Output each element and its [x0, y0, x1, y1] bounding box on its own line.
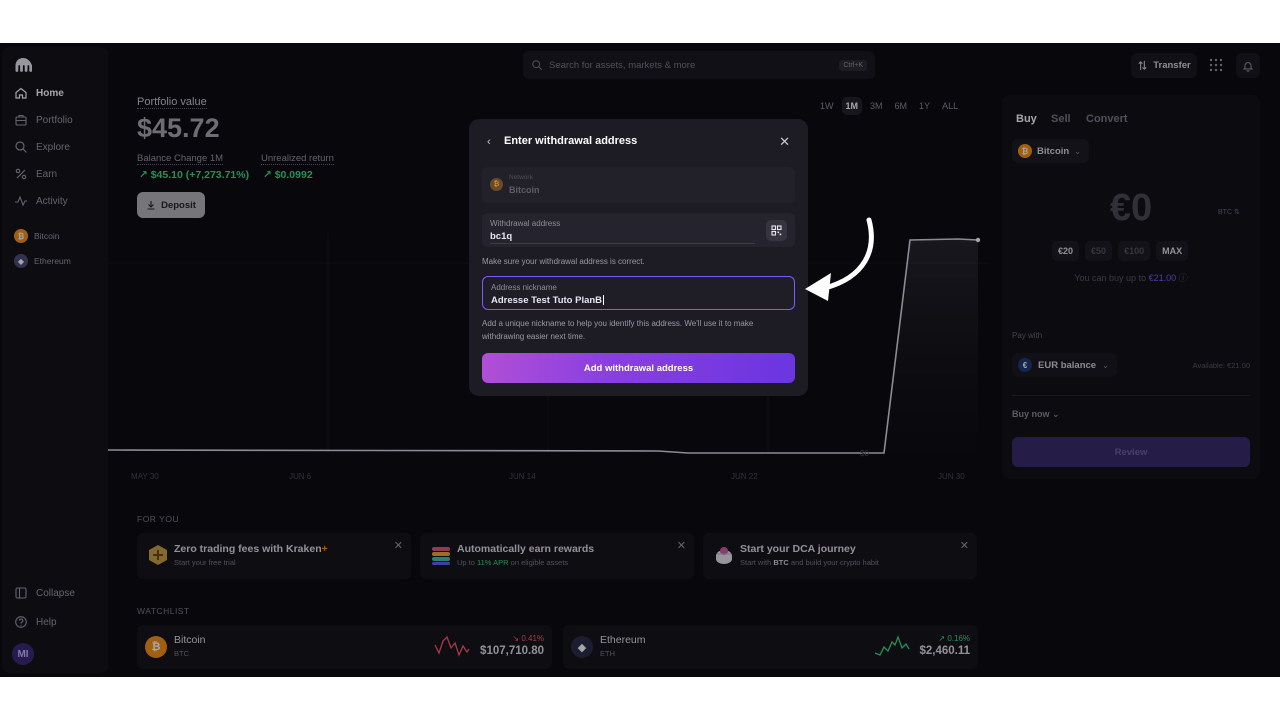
withdrawal-address-modal: ‹ Enter withdrawal address ✕ ₿ Network B… — [469, 119, 808, 396]
bitcoin-icon: ₿ — [490, 178, 503, 191]
annotation-arrow-icon — [805, 217, 874, 301]
qr-scan-button[interactable] — [766, 220, 787, 241]
address-nickname-input[interactable]: Adresse Test Tuto PlanB — [491, 295, 605, 306]
input-underline — [490, 243, 755, 244]
close-icon[interactable]: ✕ — [779, 134, 790, 150]
add-withdrawal-address-button[interactable]: Add withdrawal address — [482, 353, 795, 383]
withdrawal-address-field[interactable]: Withdrawal address bc1q — [482, 213, 795, 247]
network-label: Network — [509, 174, 533, 181]
withdrawal-address-label: Withdrawal address — [490, 219, 561, 228]
network-value: Bitcoin — [509, 185, 540, 195]
address-help-text: Make sure your withdrawal address is cor… — [482, 257, 645, 266]
network-field: ₿ Network Bitcoin — [482, 167, 795, 203]
nickname-help-text: Add a unique nickname to help you identi… — [482, 319, 754, 341]
address-nickname-field[interactable]: Address nickname Adresse Test Tuto PlanB — [482, 276, 795, 310]
address-nickname-label: Address nickname — [491, 283, 557, 292]
qr-code-icon — [771, 225, 782, 236]
modal-title: Enter withdrawal address — [504, 135, 638, 147]
app-window: Home Portfolio Explore Earn Activity ₿ B… — [0, 43, 1280, 677]
withdrawal-address-input[interactable]: bc1q — [490, 231, 512, 242]
text-cursor — [603, 295, 605, 306]
back-chevron-icon[interactable]: ‹ — [487, 136, 491, 148]
